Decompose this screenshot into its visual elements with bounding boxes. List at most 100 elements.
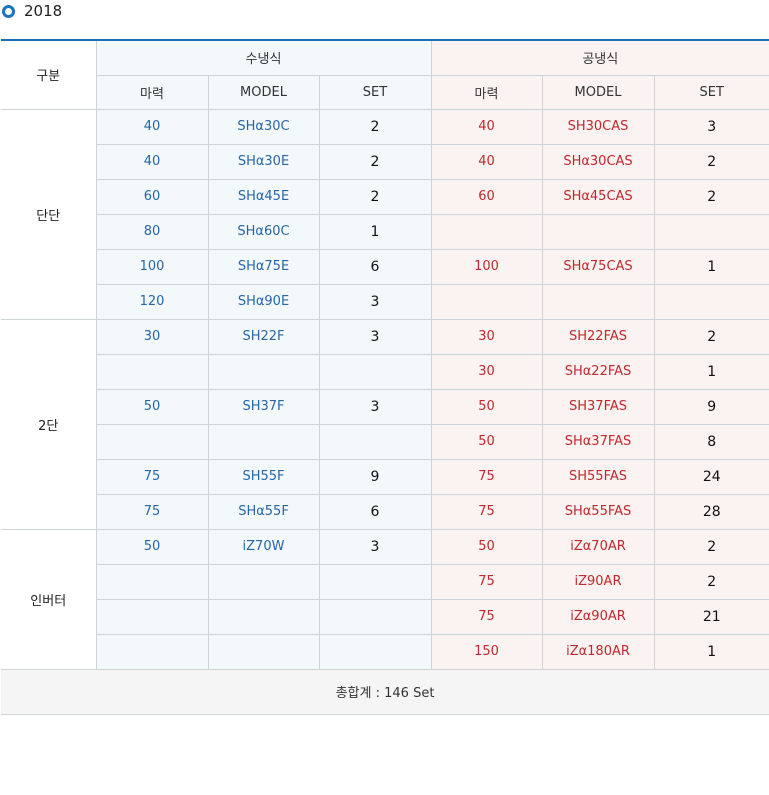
cell-air-power: 40 (430, 108, 543, 145)
cell-air-model: SH37FAS (541, 388, 655, 425)
cell-water-set: 9 (318, 458, 432, 495)
cell-water-set: 2 (318, 178, 432, 215)
cell-air-model: SH22FAS (541, 318, 655, 355)
cell-air-model: SHα45CAS (541, 178, 655, 215)
table-row: 60 SHα45E 2 60 SHα45CAS 2 (1, 178, 769, 215)
cell-water-model: SH22F (207, 318, 320, 355)
cell-water-power: 60 (96, 178, 209, 215)
table-row: 50 SHα37FAS 8 (1, 423, 769, 460)
cell-air-power: 40 (430, 143, 543, 180)
cell-water-power: 50 (95, 528, 209, 565)
cell-air-model: iZ90AR (541, 563, 655, 600)
cell-water-power (96, 563, 209, 600)
cell-water-power: 50 (96, 388, 209, 425)
cell-air-set: 21 (653, 598, 769, 635)
cell-air-set: 28 (653, 493, 769, 530)
cell-water-model: SHα60C (207, 213, 320, 250)
cell-water-model (207, 633, 320, 670)
cell-air-model: SH30CAS (541, 108, 655, 145)
cell-water-power: 75 (96, 458, 209, 495)
table-row: 120 SHα90E 3 (1, 283, 769, 320)
table-row: 75 iZα90AR 21 (1, 598, 769, 635)
cell-water-set (318, 423, 432, 460)
cell-air-set: 2 (653, 178, 769, 215)
header-air-set: SET (653, 74, 769, 110)
cell-air-power: 100 (430, 248, 543, 285)
header-gubun: 구분 (1, 39, 97, 110)
cell-water-power (96, 598, 209, 635)
cell-water-set: 2 (318, 143, 432, 180)
header-water-model: MODEL (207, 74, 320, 110)
cell-water-model: SHα90E (207, 283, 320, 320)
cell-air-power: 30 (430, 353, 543, 390)
cell-water-model (207, 423, 320, 460)
year-label: 2018 (24, 2, 63, 20)
cell-water-power: 75 (96, 493, 209, 530)
table-row: 2단 30 SH22F 3 30 SH22FAS 2 (1, 318, 769, 530)
table-row: 100 SHα75E 6 100 SHα75CAS 1 (1, 248, 769, 285)
cell-water-power: 30 (95, 318, 209, 355)
group-label: 인버터 (1, 528, 97, 670)
cell-water-model (207, 598, 320, 635)
table-row: 75 iZ90AR 2 (1, 563, 769, 600)
section-title: 2018 (0, 0, 62, 22)
table-row: 150 iZα180AR 1 (1, 633, 769, 670)
cell-water-set: 3 (318, 283, 432, 320)
cell-water-set (318, 563, 432, 600)
table-row: 80 SHα60C 1 (1, 213, 769, 250)
cell-air-set: 1 (653, 353, 769, 390)
cell-water-model: SH55F (207, 458, 320, 495)
cell-water-model (207, 353, 320, 390)
cell-air-power: 30 (430, 318, 543, 355)
cell-air-set: 24 (653, 458, 769, 495)
cell-water-model: SHα55F (207, 493, 320, 530)
cell-air-set: 2 (653, 143, 769, 180)
cell-air-model: SH55FAS (541, 458, 655, 495)
cell-water-set (318, 598, 432, 635)
header-water-set: SET (318, 74, 432, 110)
cell-water-set: 6 (318, 493, 432, 530)
cell-air-power: 150 (430, 633, 543, 670)
cell-air-set: 3 (653, 108, 769, 145)
table-row: 75 SHα55F 6 75 SHα55FAS 28 (1, 493, 769, 530)
cell-water-power (96, 353, 209, 390)
cell-water-set: 2 (318, 108, 432, 145)
header-water-cooled: 수냉식 (95, 39, 432, 76)
cell-water-set (318, 353, 432, 390)
cell-water-power: 40 (95, 108, 209, 145)
cell-water-model: iZ70W (207, 528, 320, 565)
cell-air-set: 1 (653, 248, 769, 285)
cell-water-model: SHα45E (207, 178, 320, 215)
cell-water-set: 1 (318, 213, 432, 250)
header-air-cooled: 공냉식 (430, 39, 769, 76)
cell-air-set (653, 213, 769, 250)
cell-water-set: 3 (318, 318, 432, 355)
cell-air-model: SHα55FAS (541, 493, 655, 530)
table-body: 단단 40 SHα30C 2 40 SH30CAS 3 40 SHα30E 2 40 SHα30CAS… (1, 108, 769, 670)
cell-water-power: 100 (96, 248, 209, 285)
cell-air-power: 60 (430, 178, 543, 215)
circle-bullet-icon (2, 4, 15, 18)
total-summary: 총합계 : 146 Set (1, 668, 769, 715)
cell-air-power: 75 (430, 458, 543, 495)
cell-water-power: 80 (96, 213, 209, 250)
cell-air-power: 75 (430, 563, 543, 600)
cell-air-set (653, 283, 769, 320)
cell-water-model: SH37F (207, 388, 320, 425)
table-row: 50 SH37F 3 50 SH37FAS 9 (1, 388, 769, 425)
cell-air-model: iZα70AR (541, 528, 655, 565)
group-label: 2단 (1, 318, 97, 530)
cell-water-power (96, 423, 209, 460)
cell-air-set: 2 (653, 563, 769, 600)
cell-air-set: 8 (653, 423, 769, 460)
cell-air-power (430, 213, 543, 250)
header-water-power: 마력 (96, 74, 209, 110)
table-row: 40 SHα30E 2 40 SHα30CAS 2 (1, 143, 769, 180)
cell-water-set (318, 633, 432, 670)
table-row: 30 SHα22FAS 1 (1, 353, 769, 390)
cell-air-power: 75 (430, 598, 543, 635)
cell-air-model (541, 213, 655, 250)
cell-air-model: iZα180AR (541, 633, 655, 670)
cell-water-model (207, 563, 320, 600)
cell-air-power: 50 (430, 388, 543, 425)
